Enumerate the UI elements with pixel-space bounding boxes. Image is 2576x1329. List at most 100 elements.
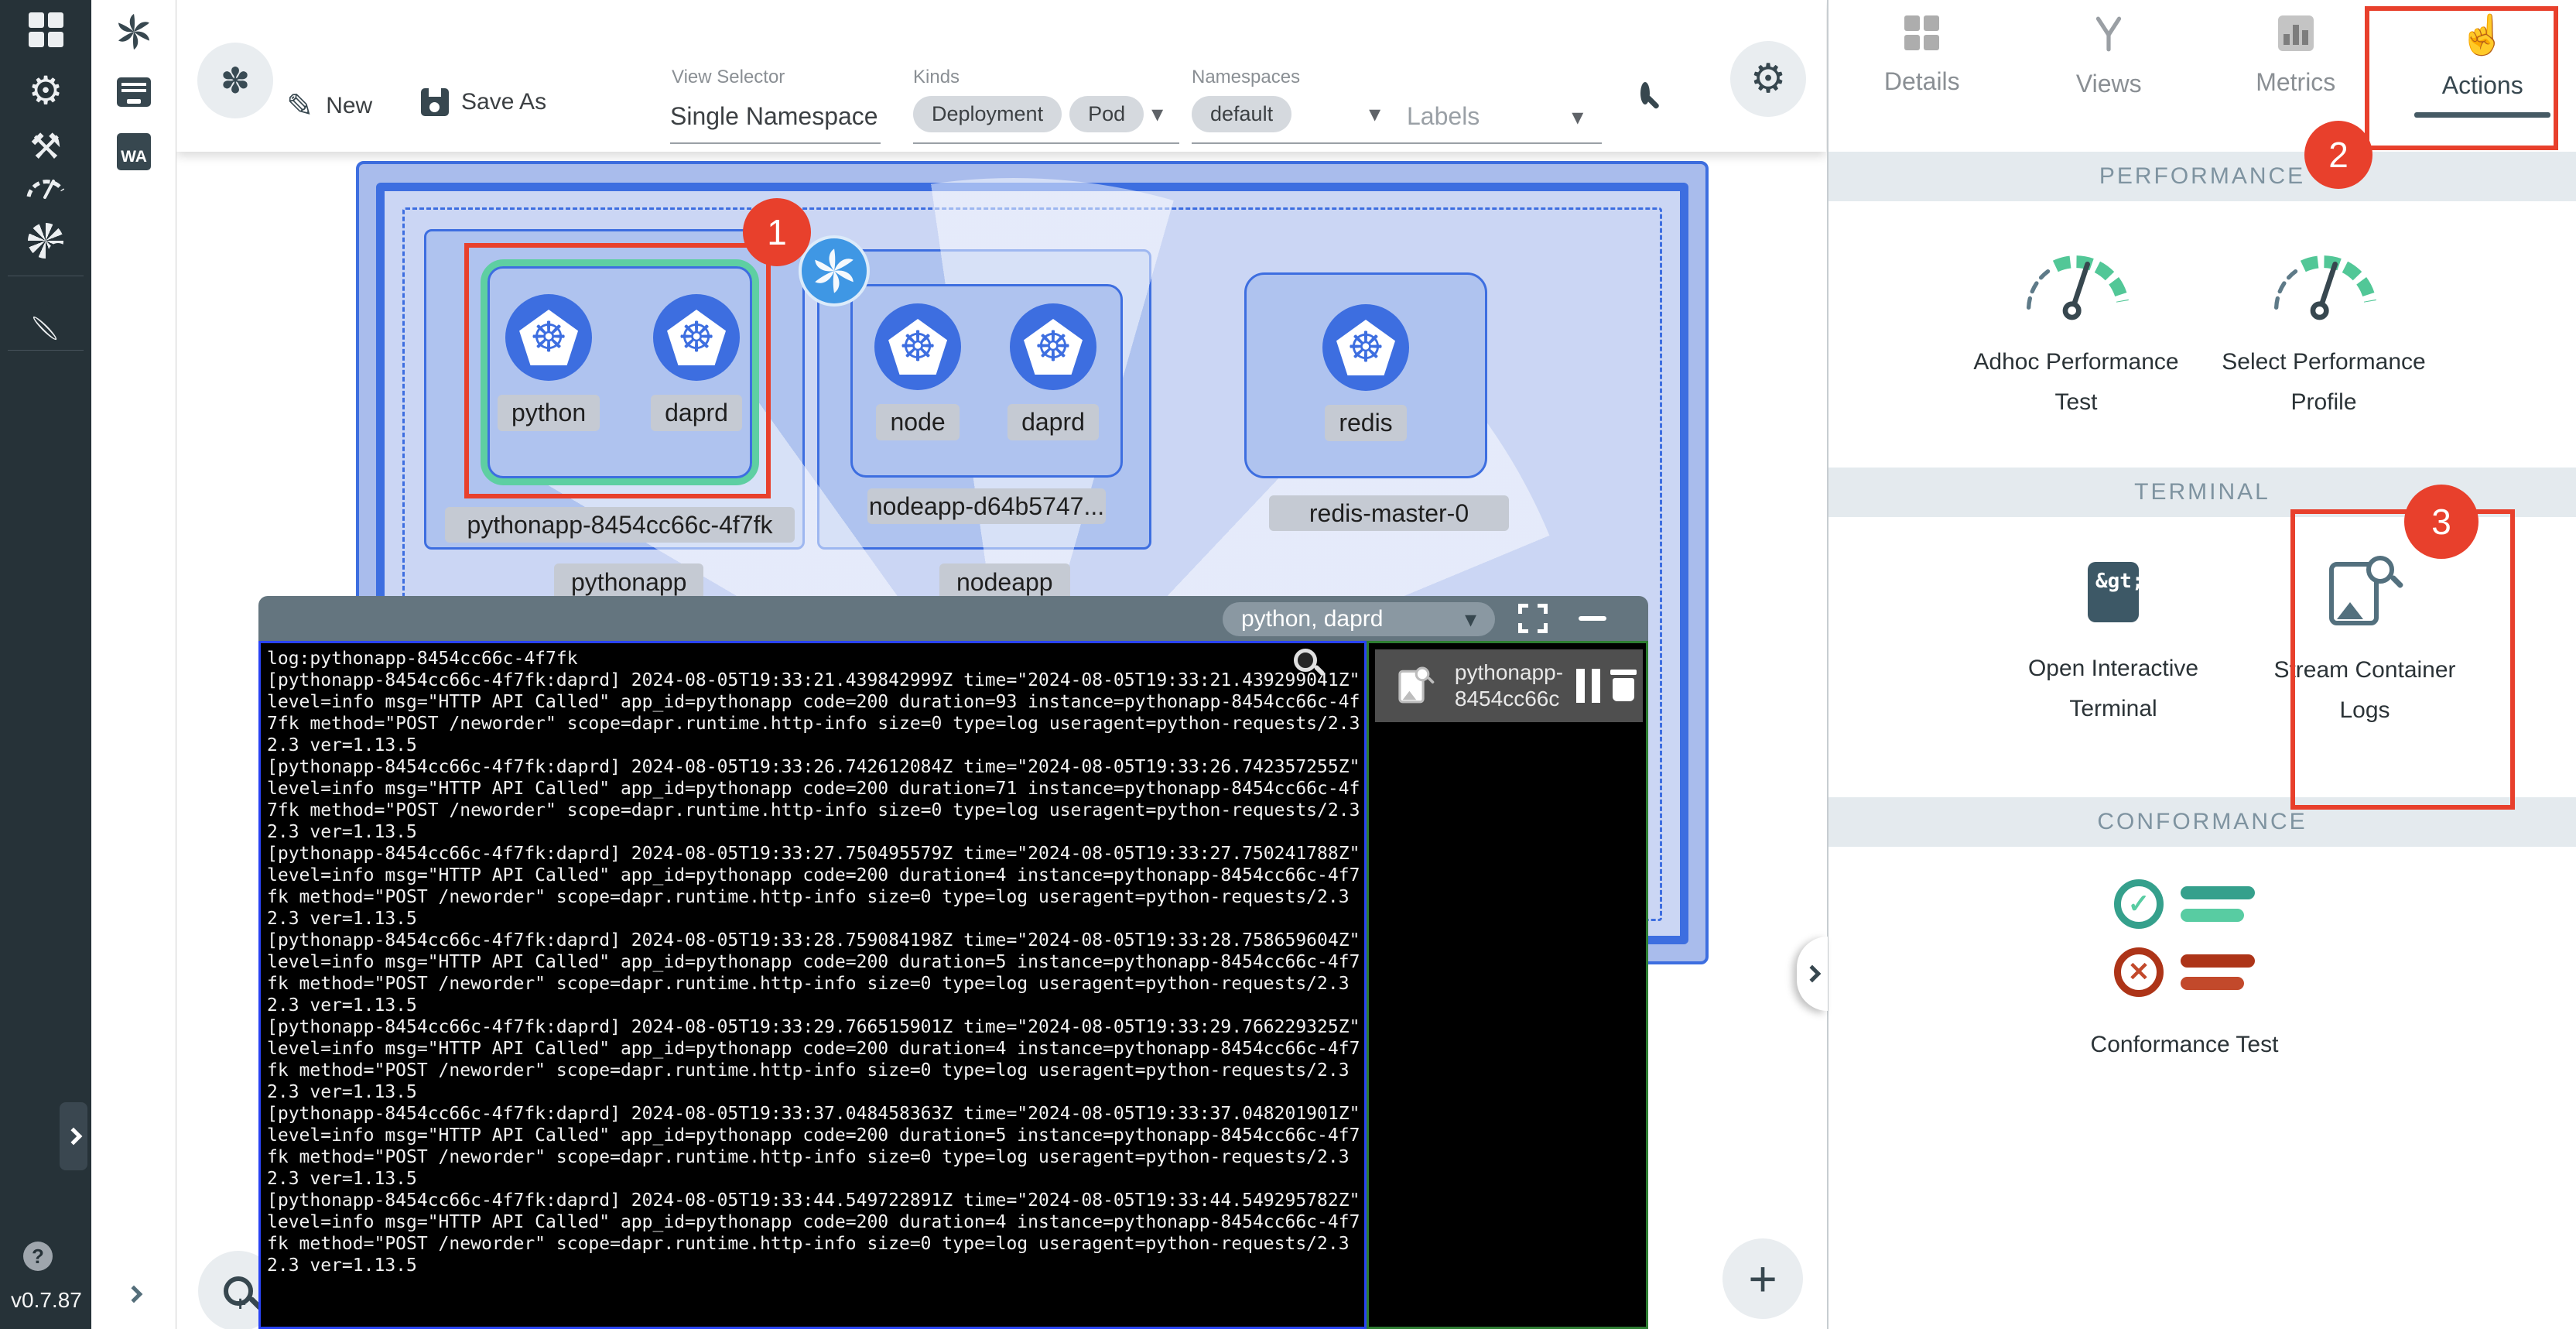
namespaces-label: Namespaces [1192, 67, 1300, 88]
pod-name-label: nodeapp-d64b5747... [867, 488, 1106, 524]
select-performance-profile-action[interactable]: Select Performance Profile [2215, 241, 2432, 423]
new-button-label: New [326, 93, 372, 119]
container-daprd[interactable]: ☸ daprd [1007, 303, 1099, 440]
flower-icon: ✽ [221, 60, 251, 101]
kubernetes-logo-icon: ☸ [653, 294, 740, 381]
tab-details[interactable]: Details [1829, 0, 2016, 152]
stream-container-logs-action[interactable]: Stream Container Logs [2256, 556, 2473, 731]
dapr-pinwheel-icon[interactable] [799, 235, 870, 307]
settings-button[interactable]: ⚙ [1730, 41, 1806, 117]
namespace-chip[interactable]: default [1192, 96, 1291, 132]
underline [670, 142, 881, 144]
chevron-down-icon: ▾ [1465, 606, 1476, 633]
log-pod-item[interactable]: pythonapp-8454cc66c [1375, 649, 1643, 722]
annotation-badge-2: 2 [2304, 121, 2372, 189]
new-button[interactable]: ✎ New [286, 87, 372, 125]
pattern-pie-icon[interactable] [0, 223, 91, 259]
kubernetes-logo-icon: ☸ [1010, 303, 1096, 390]
kinds-select[interactable]: Deployment Pod ▾ [913, 96, 1163, 132]
meshery-spinner-icon[interactable] [91, 12, 176, 51]
designs-inbox-icon[interactable] [91, 77, 176, 107]
log-pod-list: pythonapp-8454cc66c [1367, 641, 1648, 1329]
kind-chip[interactable]: Deployment [913, 96, 1062, 132]
pencil-icon: ✎ [286, 87, 313, 125]
pod-name-label-redis: redis-master-0 [1269, 495, 1509, 531]
conformance-test-action[interactable]: ✓ ✕ Conformance Test [2061, 879, 2308, 1065]
log-line: [pythonapp-8454cc66c-4f7fk:daprd] 2024-0… [267, 1190, 1361, 1276]
fullscreen-icon[interactable] [1518, 604, 1548, 633]
zoom-in-icon: + [224, 1276, 253, 1306]
container-node[interactable]: ☸ node [874, 303, 961, 440]
pod-nodeapp[interactable]: ☸ node ☸ daprd [850, 284, 1123, 478]
performance-gauge-icon[interactable] [0, 172, 91, 200]
underline [1405, 142, 1602, 144]
trash-icon[interactable] [1610, 670, 1635, 702]
view-selector-select[interactable]: Single Namespace ▾ [670, 102, 931, 131]
log-line: [pythonapp-8454cc66c-4f7fk:daprd] 2024-0… [267, 930, 1361, 1016]
views-branch-icon [2092, 15, 2125, 53]
pod-redis[interactable]: ☸ redis [1244, 272, 1487, 478]
terminal-prompt-icon: &gt;_ [2088, 562, 2139, 622]
deployment-nodeapp[interactable]: ☸ node ☸ daprd nodeapp-d64b5747... [817, 249, 1151, 550]
kanvas-mode-button[interactable]: ✽ [197, 43, 273, 118]
magnifier-cursor-icon [1294, 649, 1317, 672]
log-line: [pythonapp-8454cc66c-4f7fk:daprd] 2024-0… [267, 843, 1361, 930]
labels-filter-input[interactable]: Labels ▾ [1407, 102, 1583, 131]
kubernetes-logo-icon: ☸ [874, 303, 961, 390]
panel-collapse-button[interactable] [1797, 937, 1828, 1011]
add-node-button[interactable]: + [1722, 1238, 1803, 1319]
log-line: [pythonapp-8454cc66c-4f7fk:daprd] 2024-0… [267, 756, 1361, 843]
chevron-down-icon: ▾ [1151, 101, 1163, 128]
open-interactive-terminal-action[interactable]: &gt;_ Open Interactive Terminal [2005, 562, 2222, 729]
save-as-button[interactable]: Save As [421, 88, 546, 116]
adhoc-performance-test-action[interactable]: Adhoc Performance Test [1968, 241, 2184, 423]
chevron-down-icon: ▾ [1369, 101, 1380, 128]
kanvas-pin-icon[interactable] [0, 297, 91, 333]
log-line: [pythonapp-8454cc66c-4f7fk:daprd] 2024-0… [267, 1016, 1361, 1103]
toolbox-icon[interactable]: ⚒ [0, 125, 91, 167]
sidebar-divider [8, 350, 84, 351]
tab-views[interactable]: Views [2016, 0, 2203, 152]
container-filter-value: python, daprd [1241, 606, 1383, 632]
deployment-pythonapp[interactable]: ☸ python ☸ daprd pythonapp-8454cc66c-4f7… [424, 229, 805, 550]
pod-pythonapp-selected[interactable]: ☸ python ☸ daprd [481, 259, 759, 485]
container-label: redis [1325, 405, 1406, 441]
kubernetes-logo-icon: ☸ [505, 294, 592, 381]
log-line: log:pythonapp-8454cc66c-4f7fk [267, 648, 1361, 670]
tab-actions[interactable]: ☝ Actions [2390, 0, 2576, 152]
chevron-down-icon: ▾ [1572, 104, 1583, 130]
underline [913, 142, 1179, 144]
container-daprd[interactable]: ☸ daprd [651, 294, 742, 431]
help-icon[interactable]: ? [23, 1242, 53, 1271]
sidebar-expand-button[interactable] [60, 1102, 87, 1170]
wasm-filter-icon[interactable]: WA [91, 133, 176, 170]
log-line: [pythonapp-8454cc66c-4f7fk:daprd] 2024-0… [267, 1103, 1361, 1190]
container-redis[interactable]: ☸ redis [1322, 304, 1409, 441]
active-tab-underline [2414, 112, 2550, 118]
terminal-header[interactable]: python, daprd ▾ [258, 596, 1648, 641]
settings-gear-icon[interactable]: ⚙ [0, 68, 91, 113]
container-filter-select[interactable]: python, daprd ▾ [1223, 602, 1495, 636]
metrics-bars-icon [2278, 15, 2314, 51]
section-performance: PERFORMANCE [1829, 152, 2576, 201]
log-pod-name: pythonapp-8454cc66c [1455, 659, 1576, 712]
pause-icon[interactable] [1576, 669, 1600, 703]
secondary-sidebar: WA [91, 0, 176, 1329]
namespaces-select[interactable]: default ▾ [1192, 96, 1380, 132]
kind-chip[interactable]: Pod [1069, 96, 1144, 132]
dashboard-icon[interactable] [0, 12, 91, 47]
annotation-badge-1: 1 [743, 198, 811, 266]
log-output-pane: log:pythonapp-8454cc66c-4f7fk [pythonapp… [258, 641, 1367, 1329]
container-python[interactable]: ☸ python [498, 294, 600, 431]
save-as-label: Save As [461, 89, 546, 115]
search-icon[interactable] [1640, 87, 1650, 101]
left-sidebar: ⚙ ⚒ ? v0.7.87 [0, 0, 91, 1329]
drawer-expand-chevron[interactable] [91, 1288, 176, 1300]
pointing-hand-icon: ☝ [2458, 15, 2506, 54]
minimize-icon[interactable] [1579, 616, 1606, 621]
pod-name-label: pythonapp-8454cc66c-4f7fk [445, 507, 795, 543]
section-conformance: CONFORMANCE [1829, 797, 2576, 847]
details-grid-icon [1904, 15, 1939, 50]
gear-icon: ⚙ [1750, 56, 1787, 102]
container-label: daprd [1007, 404, 1099, 440]
